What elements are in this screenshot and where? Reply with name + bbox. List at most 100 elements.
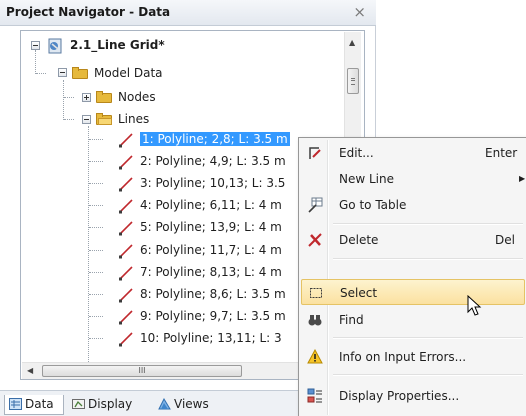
menu-item-label: Go to Table <box>339 198 407 212</box>
tab-data[interactable]: Data <box>4 395 64 415</box>
menu-item-delete[interactable]: Delete Del <box>301 227 525 253</box>
menu-item-select[interactable]: Select <box>301 279 525 305</box>
menu-item-go-to-table[interactable]: Go to Table <box>301 192 525 218</box>
menu-item-display-properties[interactable]: Display Properties... <box>301 383 525 409</box>
line-icon <box>119 244 133 259</box>
tree-item-label: 9: Polyline; 9,7; L: 3.5 m <box>140 309 286 323</box>
mouse-pointer-icon <box>467 295 482 316</box>
tree-connector <box>63 80 64 120</box>
binoculars-icon <box>308 315 322 326</box>
select-icon <box>310 288 322 298</box>
display-icon <box>72 399 85 409</box>
tab-views-label: Views <box>174 397 209 411</box>
menu-separator <box>333 258 523 260</box>
tab-display[interactable]: Display <box>68 395 156 415</box>
close-icon[interactable]: × <box>353 3 366 21</box>
tree-item-line[interactable]: 3: Polyline; 10,13; L: 3.5 <box>140 173 285 193</box>
tree-connector <box>64 119 74 120</box>
horizontal-scrollbar[interactable]: ◀ III <box>22 362 344 379</box>
line-icon <box>119 332 133 347</box>
lines-expander[interactable] <box>82 115 91 124</box>
tree-item-line[interactable]: 9: Polyline; 9,7; L: 3.5 m <box>140 306 286 326</box>
tree-item-line[interactable]: 10: Polyline; 13,11; L: 3 <box>140 328 282 348</box>
line-icon <box>119 177 133 192</box>
menu-separator <box>333 337 523 339</box>
tree-item-line[interactable]: 6: Polyline; 11,7; L: 4 m <box>140 240 282 260</box>
lines-label[interactable]: Lines <box>118 109 149 129</box>
tree-item-line[interactable]: 8: Polyline; 8,6; L: 3.5 m <box>140 284 286 304</box>
tree-connector <box>36 73 46 74</box>
menu-item-edit[interactable]: Edit... Enter <box>301 140 525 166</box>
menu-item-find[interactable]: Find <box>301 307 525 333</box>
model-data-expander[interactable] <box>58 68 67 77</box>
menu-item-label: Select <box>340 286 378 300</box>
model-data-label[interactable]: Model Data <box>94 63 163 83</box>
tree-item-line[interactable]: 2: Polyline; 4,9; L: 3.5 m <box>140 151 286 171</box>
tree-connector <box>89 183 103 184</box>
tree-content: 2.1_Line Grid* Model Data Nodes Lines 1:… <box>0 0 344 362</box>
scroll-up-arrow-icon[interactable]: ▲ <box>349 38 355 47</box>
tab-data-label: Data <box>25 397 54 411</box>
menu-item-label: New Line <box>339 172 394 186</box>
line-icon <box>119 221 133 236</box>
views-icon <box>158 398 171 410</box>
project-expander[interactable] <box>31 41 40 50</box>
menu-item-shortcut: Enter <box>485 146 518 160</box>
scroll-left-arrow-icon[interactable]: ◀ <box>27 366 33 375</box>
scroll-thumb[interactable] <box>347 68 359 94</box>
menu-item-label: Find <box>339 313 364 327</box>
tree-connector <box>89 139 103 140</box>
menu-item-label: Edit... <box>339 146 374 160</box>
tree-connector <box>89 205 103 206</box>
tree-item-label: 7: Polyline; 8,13; L: 4 m <box>140 265 282 279</box>
menu-item-label: Display Properties... <box>339 389 460 403</box>
open-folder-icon <box>96 113 112 125</box>
tree-item-label: 8: Polyline; 8,6; L: 3.5 m <box>140 287 286 301</box>
tab-display-label: Display <box>88 397 133 411</box>
folder-icon <box>96 91 112 103</box>
menu-item-new-line[interactable]: New Line ▶ <box>301 166 525 192</box>
scroll-thumb[interactable]: III <box>42 365 242 377</box>
tree-connector <box>64 97 74 98</box>
menu-item-info-input-errors[interactable]: Info on Input Errors... <box>301 344 525 370</box>
data-icon <box>9 398 22 410</box>
line-icon <box>119 266 133 281</box>
display-properties-icon <box>307 388 322 403</box>
tree-connector <box>89 272 103 273</box>
line-icon <box>119 310 133 325</box>
folder-icon <box>72 67 88 79</box>
line-icon <box>119 199 133 214</box>
tree-item-label: 4: Polyline; 6,11; L: 4 m <box>140 198 282 212</box>
project-icon <box>48 38 62 54</box>
nodes-label[interactable]: Nodes <box>118 87 156 107</box>
tree-item-label: 6: Polyline; 11,7; L: 4 m <box>140 243 282 257</box>
tree-connector <box>89 316 103 317</box>
line-icon <box>119 133 133 148</box>
project-label[interactable]: 2.1_Line Grid* <box>70 35 165 55</box>
menu-item-shortcut: Del <box>495 233 515 247</box>
tree-item-label: 1: Polyline; 2,8; L: 3.5 m <box>140 132 290 146</box>
menu-separator <box>333 374 523 376</box>
menu-item-label: Delete <box>339 233 379 247</box>
tree-item-line[interactable]: 4: Polyline; 6,11; L: 4 m <box>140 195 282 215</box>
tree-connector <box>35 50 36 74</box>
tab-views[interactable]: Views <box>154 395 232 415</box>
tree-item-line[interactable]: 7: Polyline; 8,13; L: 4 m <box>140 262 282 282</box>
tree-connector <box>89 294 103 295</box>
menu-separator <box>333 223 523 225</box>
menu-item-label: Info on Input Errors... <box>339 350 467 364</box>
tree-item-line[interactable]: 1: Polyline; 2,8; L: 3.5 m <box>140 129 290 149</box>
nodes-expander[interactable] <box>82 93 91 102</box>
tree-item-label: 10: Polyline; 13,11; L: 3 <box>140 331 282 345</box>
tree-item-label: 3: Polyline; 10,13; L: 3.5 <box>140 176 286 190</box>
submenu-arrow-icon: ▶ <box>519 174 526 183</box>
tree-item-line[interactable]: 5: Polyline; 13,9; L: 4 m <box>140 217 282 237</box>
tree-connector <box>89 227 103 228</box>
edit-icon <box>309 147 321 159</box>
tree-item-label: 2: Polyline; 4,9; L: 3.5 m <box>140 154 286 168</box>
tree-connector <box>89 250 103 251</box>
delete-icon <box>308 233 322 247</box>
tree-connector <box>89 161 103 162</box>
tree-connector <box>89 338 103 339</box>
line-icon <box>119 288 133 303</box>
